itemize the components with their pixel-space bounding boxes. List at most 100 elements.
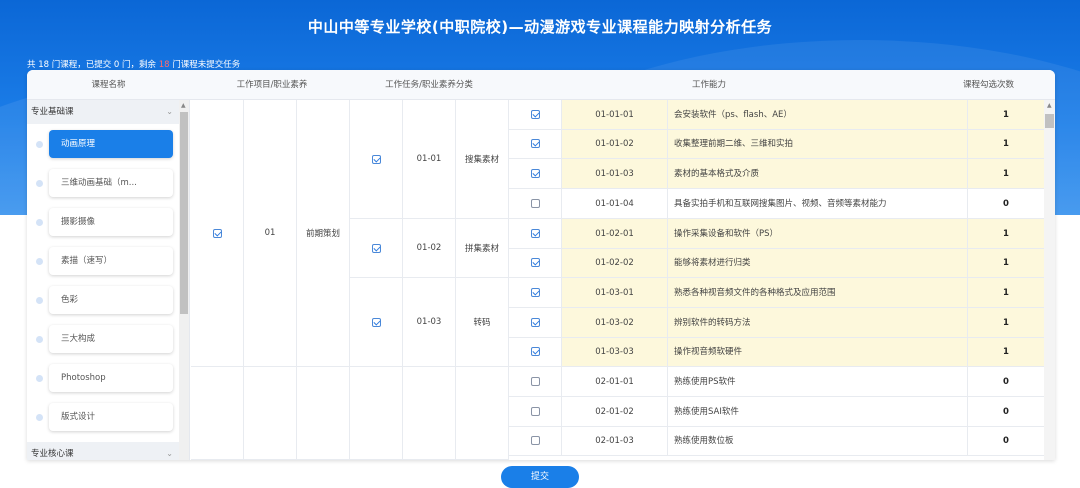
- ability-checkbox[interactable]: [530, 407, 540, 416]
- task-checkbox-cell[interactable]: [350, 219, 403, 278]
- ability-text: 辨别软件的转码方法: [668, 308, 968, 338]
- task-checkbox-cell: [350, 367, 403, 460]
- course-sidebar: 专业基础课 ⌄ 动画原理 三维动画基础（m... 摄影摄像 素描（速写） 色彩 …: [27, 100, 190, 460]
- ability-count: 0: [968, 427, 1045, 456]
- ability-count: 0: [968, 189, 1045, 219]
- task-checkbox-cell[interactable]: [350, 278, 403, 367]
- summary-prefix: 共 18 门课程，已提交 0 门，剩余: [27, 60, 159, 70]
- ability-checkbox[interactable]: [530, 347, 540, 356]
- chevron-down-icon: ⌄: [166, 449, 173, 458]
- scroll-up-icon[interactable]: ▲: [1047, 102, 1052, 109]
- task-name: 拼集素材: [456, 219, 509, 278]
- table-scrollbar[interactable]: [1044, 100, 1055, 460]
- dot-icon: [36, 297, 43, 304]
- sidebar-course-item[interactable]: Photoshop: [31, 364, 179, 394]
- ability-checkbox-cell[interactable]: [509, 308, 562, 338]
- ability-text: 熟练使用PS软件: [668, 367, 968, 397]
- sidebar-course-item[interactable]: 版式设计: [31, 403, 179, 433]
- task-checkbox[interactable]: [371, 243, 381, 253]
- ability-checkbox-cell[interactable]: [509, 397, 562, 427]
- ability-code: 02-01-01: [562, 367, 668, 397]
- ability-checkbox-cell[interactable]: [509, 219, 562, 249]
- ability-count: 1: [968, 100, 1045, 130]
- dot-icon: [36, 375, 43, 382]
- ability-text: 会安装软件（ps、flash、AE）: [668, 100, 968, 130]
- progress-summary: 共 18 门课程，已提交 0 门，剩余 18 门课程未提交任务: [27, 58, 240, 70]
- ability-checkbox[interactable]: [530, 169, 540, 178]
- ability-count: 1: [968, 338, 1045, 367]
- ability-checkbox[interactable]: [530, 318, 540, 327]
- header-work-item: 工作项目/职业素养: [236, 80, 308, 90]
- project-checkbox-cell[interactable]: [191, 100, 244, 367]
- ability-code: 01-01-02: [562, 130, 668, 159]
- summary-suffix: 门课程未提交任务: [169, 60, 241, 70]
- sidebar-scrollbar-thumb[interactable]: [180, 112, 188, 314]
- ability-checkbox-cell[interactable]: [509, 130, 562, 159]
- dot-icon: [36, 414, 43, 421]
- ability-checkbox-cell[interactable]: [509, 249, 562, 278]
- ability-checkbox[interactable]: [530, 139, 540, 148]
- ability-checkbox[interactable]: [530, 110, 540, 119]
- project-code-cell: [244, 367, 297, 460]
- project-checkbox-cell: [191, 367, 244, 460]
- task-checkbox[interactable]: [371, 154, 381, 164]
- ability-text: 熟练使用SAI软件: [668, 397, 968, 427]
- header-course-name: 课程名称: [91, 80, 126, 90]
- dot-icon: [36, 258, 43, 265]
- ability-text: 收集整理前期二维、三维和实拍: [668, 130, 968, 159]
- ability-checkbox-cell[interactable]: [509, 159, 562, 189]
- sidebar-course-item[interactable]: 动画原理: [31, 130, 179, 160]
- task-checkbox[interactable]: [371, 317, 381, 327]
- task-code: 01-02: [403, 219, 456, 278]
- ability-checkbox[interactable]: [530, 377, 540, 386]
- ability-code: 02-01-03: [562, 427, 668, 456]
- header-ability: 工作能力: [691, 80, 726, 90]
- task-name-cell: [456, 367, 509, 460]
- course-group-label: 专业基础课: [31, 107, 74, 117]
- ability-grid: 01 前期策划 01-01 搜集素材 01-02 拼集素材 01-03 转码 0…: [191, 100, 1055, 460]
- course-group-basic[interactable]: 专业基础课 ⌄: [27, 100, 179, 124]
- project-checkbox[interactable]: [212, 228, 222, 238]
- ability-text: 操作视音频软硬件: [668, 338, 968, 367]
- ability-checkbox-cell[interactable]: [509, 338, 562, 367]
- ability-text: 能够将素材进行归类: [668, 249, 968, 278]
- ability-checkbox[interactable]: [530, 436, 540, 445]
- ability-text: 操作采集设备和软件（PS）: [668, 219, 968, 249]
- ability-checkbox-cell[interactable]: [509, 189, 562, 219]
- course-label: 色彩: [49, 286, 173, 314]
- table-header: 课程名称 工作项目/职业素养 工作任务/职业素养分类 工作能力 课程勾选次数: [27, 70, 1055, 100]
- ability-code: 01-02-02: [562, 249, 668, 278]
- ability-count: 1: [968, 159, 1045, 189]
- ability-checkbox-cell[interactable]: [509, 278, 562, 308]
- ability-checkbox[interactable]: [530, 199, 540, 208]
- course-label: 版式设计: [49, 403, 173, 431]
- task-name: 搜集素材: [456, 100, 509, 219]
- ability-checkbox-cell[interactable]: [509, 100, 562, 130]
- project-code: 01: [244, 100, 297, 367]
- ability-checkbox[interactable]: [530, 288, 540, 297]
- ability-code: 01-01-03: [562, 159, 668, 189]
- sidebar-course-item[interactable]: 三大构成: [31, 325, 179, 355]
- course-label: 动画原理: [49, 130, 173, 158]
- ability-count: 1: [968, 130, 1045, 159]
- ability-checkbox-cell[interactable]: [509, 427, 562, 456]
- ability-text: 具备实拍手机和互联网搜集图片、视频、音频等素材能力: [668, 189, 968, 219]
- sidebar-course-item[interactable]: 三维动画基础（m...: [31, 169, 179, 199]
- ability-checkbox[interactable]: [530, 258, 540, 267]
- submit-button[interactable]: 提交: [501, 466, 579, 488]
- task-checkbox-cell[interactable]: [350, 100, 403, 219]
- sidebar-course-item[interactable]: 色彩: [31, 286, 179, 316]
- task-code-cell: [403, 367, 456, 460]
- dot-icon: [36, 219, 43, 226]
- ability-checkbox-cell[interactable]: [509, 367, 562, 397]
- table-scrollbar-thumb[interactable]: [1045, 114, 1054, 128]
- project-name-cell: [297, 367, 350, 460]
- scroll-up-icon[interactable]: ▲: [181, 102, 186, 109]
- sidebar-course-item[interactable]: 摄影摄像: [31, 208, 179, 238]
- course-group-core[interactable]: 专业核心课 ⌄: [27, 442, 179, 460]
- project-name: 前期策划: [297, 100, 350, 367]
- ability-checkbox[interactable]: [530, 229, 540, 238]
- sidebar-course-item[interactable]: 素描（速写）: [31, 247, 179, 277]
- task-name: 转码: [456, 278, 509, 367]
- mapping-panel: 课程名称 工作项目/职业素养 工作任务/职业素养分类 工作能力 课程勾选次数 专…: [27, 70, 1055, 460]
